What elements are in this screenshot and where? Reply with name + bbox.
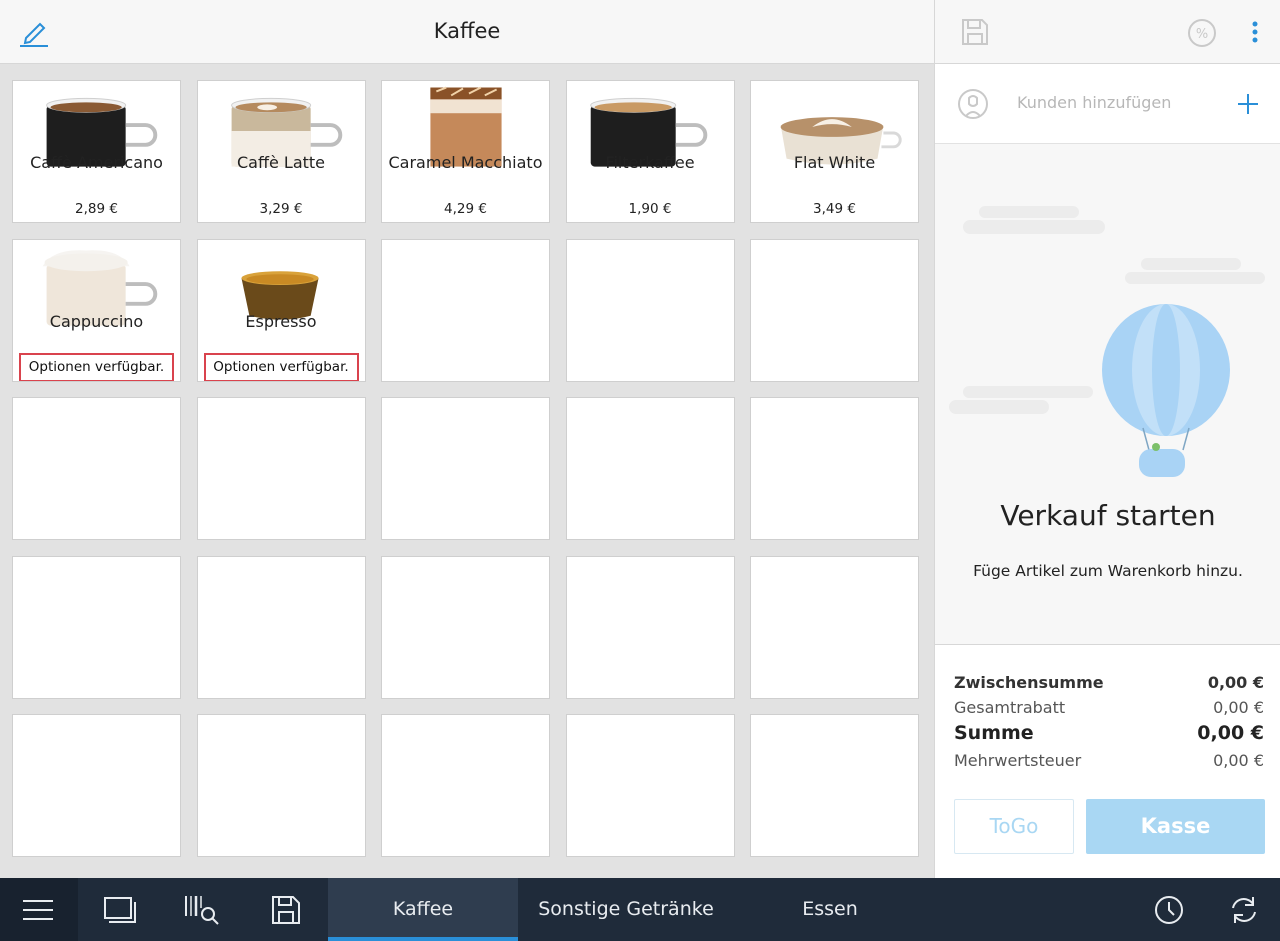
options-available-label: Optionen verfügbar. (203, 352, 359, 381)
sum-label: Summe (954, 722, 1034, 744)
vat-row: Mehrwertsteuer 0,00 € (954, 751, 1264, 770)
product-tile-filter[interactable]: Filterkaffee 1,90 € (565, 80, 735, 223)
empty-tile[interactable] (12, 397, 181, 540)
empty-tile[interactable] (12, 714, 181, 857)
menu-button[interactable] (0, 878, 78, 941)
cart-panel: % Kunden hinzufügen Verkauf starten Füge… (934, 0, 1280, 878)
discount-icon[interactable]: % (1187, 18, 1217, 48)
product-price: 3,29 € (259, 201, 303, 217)
vat-label: Mehrwertsteuer (954, 751, 1082, 770)
history-clock-icon[interactable] (1153, 894, 1185, 926)
customer-icon (958, 89, 988, 119)
product-name: Caramel Macchiato (388, 153, 543, 172)
product-tile-cappuccino[interactable]: Cappuccino Optionen verfügbar. (12, 238, 181, 382)
product-name: Cappuccino (49, 311, 144, 331)
empty-tile[interactable] (750, 397, 919, 540)
empty-tile[interactable] (381, 555, 550, 699)
discount-row: Gesamtrabatt 0,00 € (954, 698, 1264, 717)
add-customer-row[interactable]: Kunden hinzufügen (935, 64, 1280, 144)
tab-kaffee[interactable]: Kaffee (328, 878, 518, 941)
product-price: 2,89 € (75, 201, 118, 217)
add-customer-label: Kunden hinzufügen (1017, 93, 1172, 112)
empty-tile[interactable] (196, 397, 366, 540)
empty-tile[interactable] (12, 555, 181, 699)
balloon-illustration (949, 206, 1265, 477)
product-grid: Caffè Americano 2,89 € Caffè Latte 3,29 … (12, 80, 919, 857)
empty-tile[interactable] (750, 238, 919, 382)
product-tile-espresso[interactable]: Espresso Optionen verfügbar. (196, 238, 366, 382)
discount-value: 0,00 € (1213, 698, 1264, 717)
totals-section: Zwischensumme 0,00 € Gesamtrabatt 0,00 €… (935, 644, 1280, 878)
save-icon[interactable] (959, 16, 991, 48)
product-name: Espresso (245, 311, 317, 331)
cart-toolbar: % (935, 0, 1280, 64)
empty-tile[interactable] (381, 397, 550, 540)
empty-tile[interactable] (565, 714, 735, 857)
empty-tile[interactable] (196, 555, 366, 699)
product-price: 1,90 € (628, 201, 672, 217)
product-price: 4,29 € (444, 201, 487, 217)
pos-app: Kaffee Caffè Americano 2,89 € Caffè Latt… (0, 0, 1280, 941)
page-title: Kaffee (433, 19, 501, 43)
empty-cart-area: Verkauf starten Füge Artikel zum Warenko… (935, 144, 1280, 644)
subtotal-value: 0,00 € (1207, 673, 1264, 692)
product-name: Caffè Americano (30, 153, 163, 172)
product-name: Flat White (793, 153, 876, 172)
empty-tile[interactable] (750, 714, 919, 857)
empty-tile[interactable] (196, 714, 366, 857)
empty-tile[interactable] (565, 555, 735, 699)
product-name: Caffè Latte (236, 153, 326, 172)
tab-essen[interactable]: Essen (770, 878, 890, 941)
tab-sonstige-getraenke[interactable]: Sonstige Getränke (526, 878, 726, 941)
subtotal-label: Zwischensumme (954, 673, 1104, 692)
plus-icon[interactable] (1237, 93, 1259, 115)
empty-state-subtitle: Füge Artikel zum Warenkorb hinzu. (973, 562, 1243, 580)
discount-label: Gesamtrabatt (954, 698, 1066, 717)
product-panel: Kaffee Caffè Americano 2,89 € Caffè Latt… (0, 0, 934, 878)
sync-icon[interactable] (1227, 894, 1261, 926)
empty-state-title: Verkauf starten (1000, 499, 1216, 532)
more-vertical-icon[interactable] (1245, 18, 1265, 48)
subtotal-row: Zwischensumme 0,00 € (954, 673, 1264, 692)
save-bottom-icon[interactable] (270, 894, 302, 926)
hamburger-menu-icon (23, 900, 53, 920)
empty-tile[interactable] (565, 397, 735, 540)
product-tile-americano[interactable]: Caffè Americano 2,89 € (12, 80, 181, 223)
product-tile-flatwhite[interactable]: Flat White 3,49 € (750, 80, 919, 223)
options-available-label: Optionen verfügbar. (19, 352, 174, 381)
product-tile-macchiato[interactable]: Caramel Macchiato 4,29 € (381, 80, 550, 223)
product-tile-latte[interactable]: Caffè Latte 3,29 € (196, 80, 366, 223)
checkout-button[interactable]: Kasse (1086, 799, 1265, 854)
bottom-bar: Kaffee Sonstige Getränke Essen (0, 878, 1280, 941)
product-name: Filterkaffee (605, 153, 695, 172)
barcode-search-icon[interactable] (183, 894, 223, 926)
svg-text:%: % (1196, 27, 1208, 42)
empty-tile[interactable] (381, 238, 550, 382)
empty-tile[interactable] (381, 714, 550, 857)
empty-tile[interactable] (565, 238, 735, 382)
product-price: 3,49 € (813, 201, 856, 217)
vat-value: 0,00 € (1213, 751, 1264, 770)
togo-button[interactable]: ToGo (954, 799, 1074, 854)
product-header: Kaffee (0, 0, 934, 64)
empty-tile[interactable] (750, 555, 919, 699)
sum-row: Summe 0,00 € (954, 722, 1264, 744)
sum-value: 0,00 € (1197, 722, 1264, 744)
receipts-icon[interactable] (102, 895, 138, 925)
